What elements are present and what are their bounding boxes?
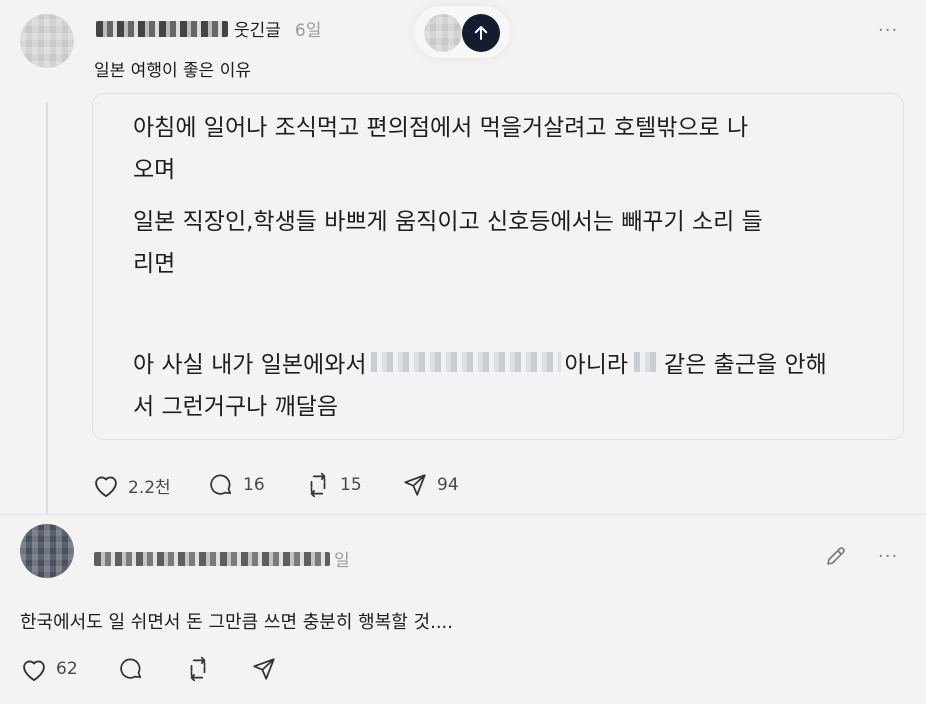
quote-line-5-end: 같은 출근을 안해 xyxy=(664,352,827,378)
more-icon: ··· xyxy=(878,20,899,41)
redacted-text-2 xyxy=(634,352,661,372)
scroll-top-button[interactable] xyxy=(462,14,500,52)
reply-author-avatar[interactable] xyxy=(20,524,74,578)
reply-share-button[interactable] xyxy=(250,656,278,682)
post-title: 일본 여행이 좋은 이유 xyxy=(94,61,251,81)
repost-count: 15 xyxy=(340,475,362,495)
heart-icon xyxy=(92,472,120,498)
arrow-up-icon xyxy=(472,24,490,42)
comment-icon xyxy=(207,472,235,498)
like-button[interactable]: 2.2천 xyxy=(92,472,171,498)
redacted-reply-author[interactable] xyxy=(94,551,330,566)
quote-line-1: 아침에 일어나 조식먹고 편의점에서 먹을거살려고 호텔밖으로 나 xyxy=(133,115,749,141)
reply-like-button[interactable]: 62 xyxy=(20,656,78,682)
thread-connector xyxy=(46,102,48,514)
post-time: 6일 xyxy=(294,21,322,41)
post-author-name[interactable]: 웃긴글 xyxy=(234,16,281,41)
pill-avatar[interactable] xyxy=(424,14,462,52)
share-icon xyxy=(401,472,429,498)
divider xyxy=(0,514,926,515)
edit-button[interactable] xyxy=(824,544,848,568)
heart-icon xyxy=(20,656,48,682)
repost-button[interactable]: 15 xyxy=(304,472,362,498)
comment-count: 16 xyxy=(243,475,265,495)
comment-button[interactable]: 16 xyxy=(207,472,265,498)
redacted-author-name[interactable] xyxy=(96,20,228,37)
comment-icon xyxy=(117,656,145,682)
quote-line-5: 아 사실 내가 일본에와서 아니라 같은 출근을 안해 xyxy=(133,345,827,379)
reply-time: 일 xyxy=(334,551,350,571)
reply-more-button[interactable]: ··· xyxy=(878,546,898,567)
post-header: 웃긴글 6일 xyxy=(96,16,321,41)
more-icon: ··· xyxy=(878,546,899,567)
share-button[interactable]: 94 xyxy=(401,472,459,498)
pencil-icon xyxy=(824,544,848,568)
like-count: 2.2천 xyxy=(128,477,171,498)
redacted-text xyxy=(370,352,561,372)
quote-line-4: 리면 xyxy=(133,251,176,277)
reply-text: 한국에서도 일 쉬면서 돈 그만큼 쓰면 충분히 행복할 것.... xyxy=(20,612,453,633)
reply-like-count: 62 xyxy=(56,659,78,679)
quote-line-5-mid: 아니라 xyxy=(564,352,629,378)
quote-line-5-start: 아 사실 내가 일본에와서 xyxy=(133,352,367,378)
quote-line-6: 서 그런거구나 깨달음 xyxy=(133,394,339,420)
reply-comment-button[interactable] xyxy=(117,656,145,682)
reply-header: 일 xyxy=(94,546,350,571)
quote-line-3: 일본 직장인,학생들 바쁘게 움직이고 신호등에서는 빼꾸기 소리 들 xyxy=(133,209,763,235)
post-author-avatar[interactable] xyxy=(20,14,74,68)
quote-line-2: 오며 xyxy=(133,157,176,183)
share-icon xyxy=(250,656,278,682)
repost-icon xyxy=(184,656,212,682)
reply-repost-button[interactable] xyxy=(184,656,212,682)
post-more-button[interactable]: ··· xyxy=(878,20,898,41)
share-count: 94 xyxy=(437,475,459,495)
repost-icon xyxy=(304,472,332,498)
